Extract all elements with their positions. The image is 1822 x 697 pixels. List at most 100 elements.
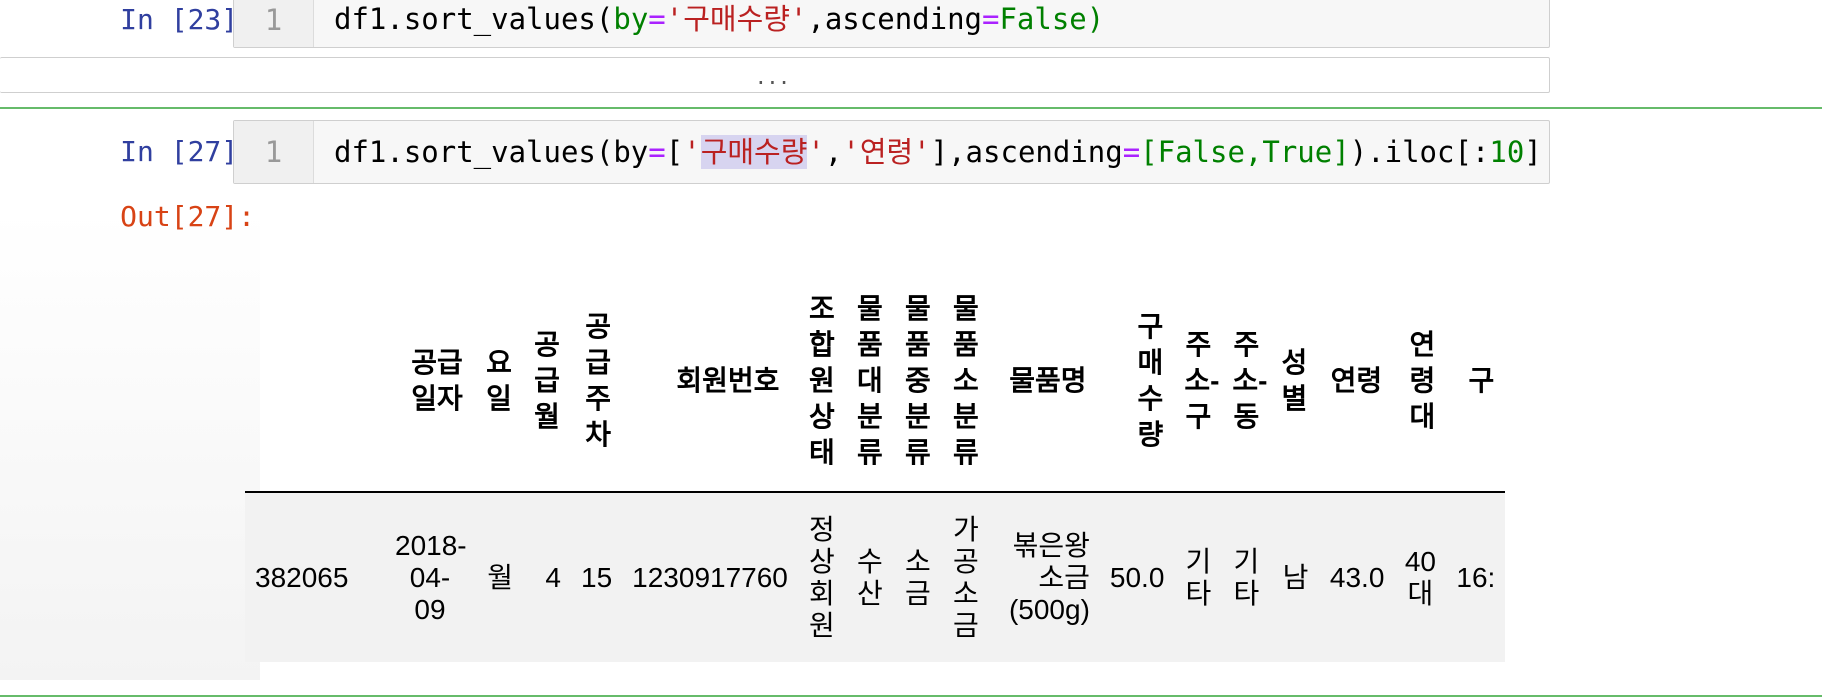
table-cell: 수산 [845, 492, 894, 662]
column-header-text: 요일 [486, 346, 512, 414]
column-header: 성별 [1270, 270, 1319, 493]
table-cell: 소금 [893, 492, 942, 662]
column-header: 물품중분류 [893, 270, 942, 493]
column-header: 연령대 [1394, 270, 1447, 493]
column-header-text: 구매수량 [1137, 310, 1164, 450]
column-header-text: 회원번호 [676, 364, 780, 396]
table-cell: 15 [571, 492, 623, 662]
cell-27-out-prompt: Out[27]: [120, 200, 255, 233]
table-cell: 4 [523, 492, 571, 662]
table-cell: 1230917760 [622, 492, 798, 662]
cell-text: 기타 [1185, 545, 1212, 609]
table-cell: 기타 [1222, 492, 1271, 662]
column-header-text: 공급일자 [411, 346, 463, 414]
column-header: 조합원상태 [797, 270, 846, 493]
column-header-text: 공급월 [534, 328, 560, 432]
cell-27-editor[interactable]: 1 df1.sort_values(by=['구매수량','연령'],ascen… [233, 120, 1550, 184]
table-cell: 16: [1446, 492, 1506, 662]
table-cell: 가공소금 [941, 492, 990, 662]
table-cell: 월 [475, 492, 523, 662]
table-cell: 40대 [1394, 492, 1447, 662]
cell-text: 기타 [1233, 545, 1260, 609]
column-header: 회원번호 [622, 270, 798, 493]
code-token: = [648, 135, 666, 169]
column-header-text: 성별 [1281, 346, 1308, 414]
table-cell: 50.0 [1099, 492, 1175, 662]
table-cell: 2018-04-09 [385, 492, 475, 662]
cell-text: 40대 [1404, 545, 1436, 609]
row-index: 382065 [245, 492, 385, 662]
column-header: 주소-구 [1174, 270, 1223, 493]
prompt-area-background [0, 210, 260, 680]
cell-text: 월 [487, 561, 513, 593]
code-token: False [999, 2, 1087, 36]
cell-text: 4 [545, 561, 561, 593]
column-header-text: 물품중분류 [905, 292, 931, 468]
column-header: 공급주차 [571, 270, 623, 493]
code-token: df1.sort_values(by [334, 135, 649, 169]
code-token: '연령' [842, 135, 931, 169]
column-header-text: 물품대분류 [857, 292, 883, 468]
cell-23-prompt: In [23]: [120, 3, 255, 36]
index-header [245, 270, 385, 493]
table-cell: 기타 [1174, 492, 1223, 662]
text-selection: 구매수량 [700, 135, 808, 169]
code-token: ) [1086, 2, 1105, 36]
column-header: 연령 [1318, 270, 1395, 493]
code-line[interactable]: df1.sort_values(by=['구매수량','연령'],ascendi… [334, 132, 1542, 172]
cell-text: 수산 [857, 545, 883, 609]
line-number: 1 [264, 3, 283, 37]
code-token: [False,True] [1140, 135, 1350, 169]
column-header: 주소-동 [1222, 270, 1271, 493]
code-token: = [648, 2, 666, 36]
code-token-selected: '구매수량' [683, 135, 825, 169]
table-cell: 정상회원 [797, 492, 846, 662]
dataframe-table: 공급일자 요일 공급월 공급주차 회원번호 조합원상태 물품대분류 물품중분류 … [245, 270, 1506, 662]
cell-text: 16: [1456, 561, 1496, 593]
column-header: 물품명 [989, 270, 1100, 493]
collapsed-output[interactable]: ... [0, 57, 1550, 93]
code-token: ] [1524, 135, 1542, 169]
column-header-text: 공급주차 [585, 310, 612, 450]
cell-text: 소금 [905, 545, 931, 609]
line-number-gutter: 1 [234, 0, 314, 47]
column-header-text: 주소-구 [1184, 328, 1220, 432]
table-row: 382065 2018-04-09 월 4 15 1230917760 정상회원… [245, 492, 1506, 662]
table-header-row: 공급일자 요일 공급월 공급주차 회원번호 조합원상태 물품대분류 물품중분류 … [245, 270, 1506, 493]
line-number: 1 [264, 135, 283, 169]
code-token: = [1122, 135, 1141, 169]
column-header-text: 연령대 [1409, 328, 1436, 432]
cell-27-prompt: In [27]: [120, 135, 255, 168]
cell-text: 15 [581, 561, 613, 593]
column-header-text: 조합원상태 [809, 292, 835, 468]
column-header: 요일 [475, 270, 523, 493]
code-token: 10 [1489, 135, 1525, 169]
code-token: '구매수량' [665, 2, 808, 36]
dataframe-output[interactable]: 공급일자 요일 공급월 공급주차 회원번호 조합원상태 물품대분류 물품중분류 … [245, 270, 1822, 690]
code-token: , [824, 135, 843, 169]
code-token: ],ascending [930, 135, 1123, 169]
cell-text: 가공소금 [953, 513, 979, 641]
cell-text: 2018-04-09 [395, 529, 467, 625]
column-header-text: 주소-동 [1232, 328, 1268, 432]
collapsed-output-ellipsis: ... [757, 62, 792, 90]
column-header: 구 [1446, 270, 1506, 493]
column-header-text: 물품명 [1009, 364, 1087, 396]
cell-text: 정상회원 [809, 513, 835, 641]
line-number-gutter: 1 [234, 121, 314, 183]
code-token: = [982, 2, 1000, 36]
table-cell: 43.0 [1318, 492, 1395, 662]
code-token: [ [665, 135, 684, 169]
code-line[interactable]: df1.sort_values(by='구매수량',ascending=Fals… [334, 0, 1104, 39]
column-header: 구매수량 [1099, 270, 1175, 493]
cell-text: 볶은왕소금(500g) [1008, 529, 1090, 625]
cell-23-editor[interactable]: 1 df1.sort_values(by='구매수량',ascending=Fa… [233, 0, 1550, 48]
column-header-text: 연령 [1330, 364, 1383, 396]
table-cell: 남 [1270, 492, 1319, 662]
column-header: 공급일자 [385, 270, 475, 493]
column-header: 물품대분류 [845, 270, 894, 493]
code-token: df1.sort_values( [334, 2, 614, 36]
cell-text: 43.0 [1329, 561, 1385, 593]
code-token: ,ascending [807, 2, 982, 36]
code-token: ).iloc[: [1349, 135, 1490, 169]
